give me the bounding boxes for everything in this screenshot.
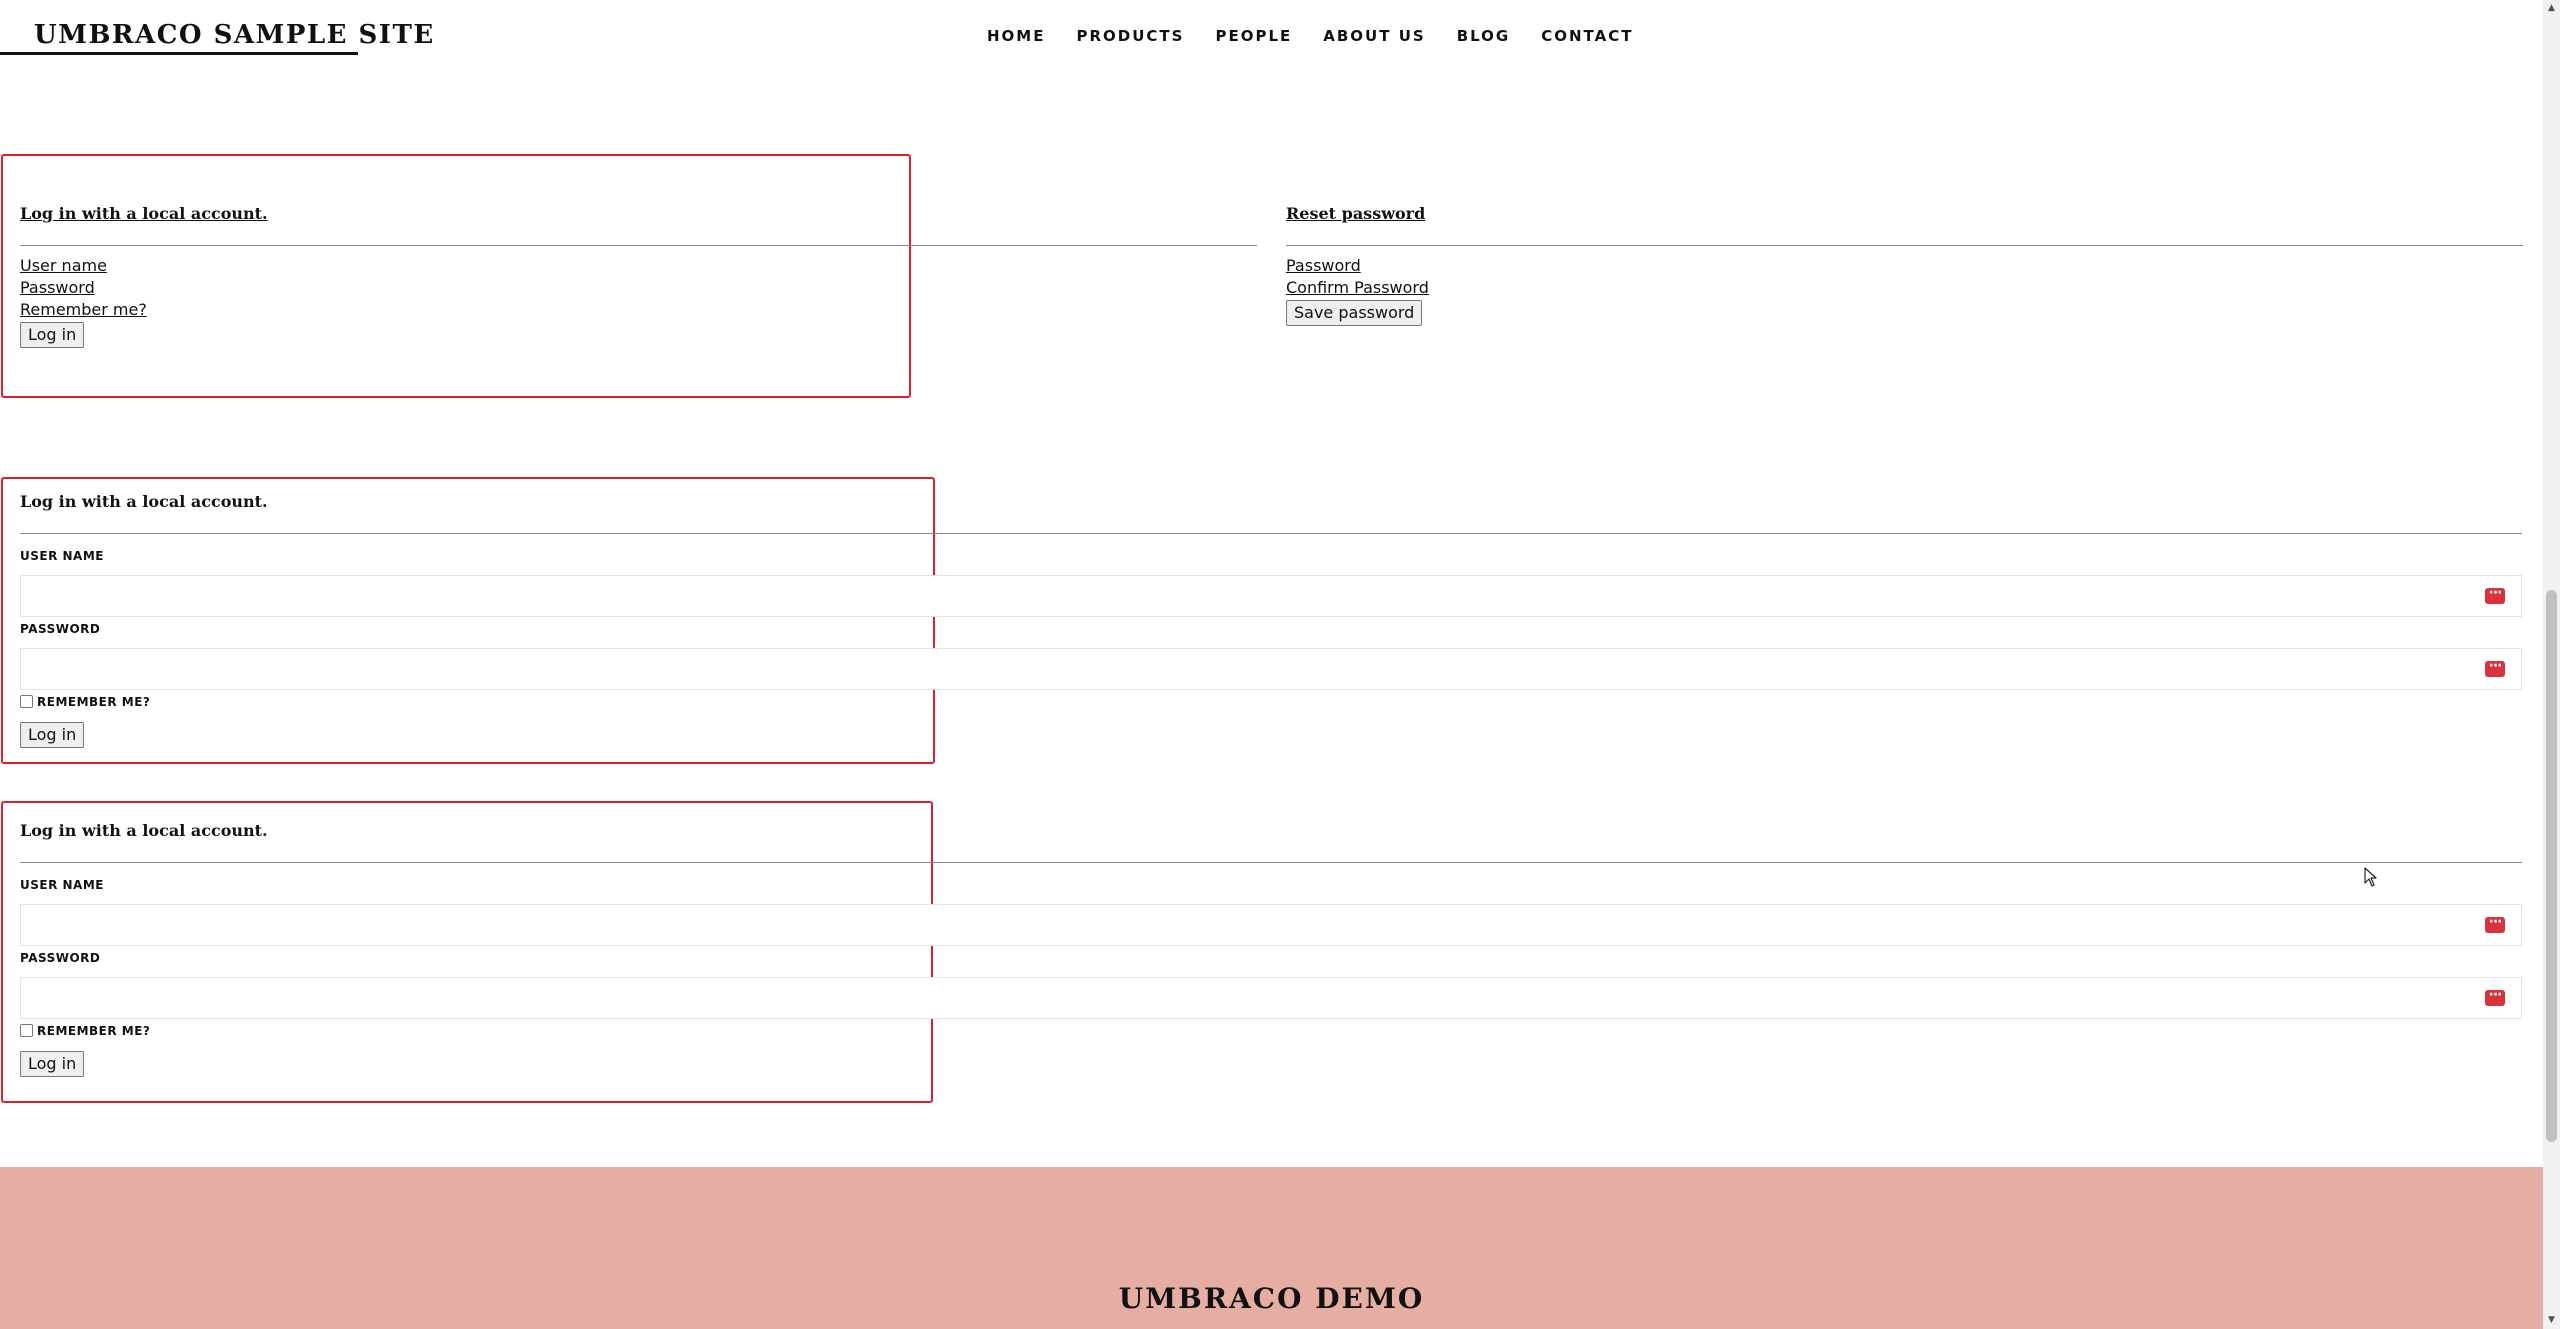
login-form-1-username-input[interactable]: ··· xyxy=(20,575,2522,617)
password-manager-icon[interactable]: ··· xyxy=(2485,659,2505,677)
nav-about-us[interactable]: ABOUT US xyxy=(1323,27,1425,45)
login-plain-button[interactable]: Log in xyxy=(20,322,85,348)
highlight-box-login-plain xyxy=(1,154,911,398)
login-form-2-username-input[interactable]: ··· xyxy=(20,904,2522,946)
login-plain-username-label[interactable]: User name xyxy=(20,256,107,276)
mouse-cursor-icon xyxy=(2364,867,2377,887)
login-form-1-password-label: PASSWORD xyxy=(20,622,101,636)
login-form-1-title: Log in with a local account. xyxy=(20,492,268,511)
password-manager-icon[interactable]: ··· xyxy=(2485,915,2505,933)
footer: UMBRACO DEMO xyxy=(0,1167,2543,1329)
nav-home[interactable]: HOME xyxy=(987,27,1045,45)
login-form-2-password-label: PASSWORD xyxy=(20,951,101,965)
password-manager-icon[interactable]: ··· xyxy=(2485,988,2505,1006)
login-plain-password-label[interactable]: Password xyxy=(20,278,95,298)
logo-underline xyxy=(0,52,358,55)
page-scrollbar[interactable]: ▲ ▼ xyxy=(2543,0,2560,1329)
login-form-1-password-input[interactable]: ··· xyxy=(20,648,2522,690)
highlight-box-login-form-1 xyxy=(1,477,935,764)
save-password-button[interactable]: Save password xyxy=(1286,300,1423,326)
reset-password-divider xyxy=(1286,245,2523,246)
main-nav: HOME PRODUCTS PEOPLE ABOUT US BLOG CONTA… xyxy=(987,27,1664,45)
scroll-down-icon[interactable]: ▼ xyxy=(2543,1312,2560,1329)
scroll-thumb[interactable] xyxy=(2546,590,2557,1142)
login-form-2-divider xyxy=(20,862,2522,863)
nav-people[interactable]: PEOPLE xyxy=(1215,27,1292,45)
nav-contact[interactable]: CONTACT xyxy=(1541,27,1633,45)
login-form-2-username-label: USER NAME xyxy=(20,878,104,892)
login-plain-title: Log in with a local account. xyxy=(20,204,268,223)
login-form-1-remember-checkbox[interactable] xyxy=(20,695,33,708)
login-form-2-title: Log in with a local account. xyxy=(20,821,268,840)
login-plain-remember-label[interactable]: Remember me? xyxy=(20,300,147,320)
reset-password-label[interactable]: Password xyxy=(1286,256,1361,276)
reset-confirm-password-label[interactable]: Confirm Password xyxy=(1286,278,1429,298)
login-form-1-username-label: USER NAME xyxy=(20,549,104,563)
login-form-2-remember-checkbox[interactable] xyxy=(20,1024,33,1037)
nav-blog[interactable]: BLOG xyxy=(1457,27,1511,45)
login-form-1-divider xyxy=(20,533,2522,534)
login-form-2-remember-label[interactable]: REMEMBER ME? xyxy=(37,1024,150,1038)
nav-products[interactable]: PRODUCTS xyxy=(1076,27,1184,45)
login-form-1-button[interactable]: Log in xyxy=(20,722,85,748)
footer-title: UMBRACO DEMO xyxy=(1118,1282,1425,1315)
login-form-2-password-input[interactable]: ··· xyxy=(20,977,2522,1019)
login-plain-divider xyxy=(20,245,1257,246)
site-logo[interactable]: UMBRACO SAMPLE SITE xyxy=(34,20,435,50)
reset-password-title: Reset password xyxy=(1286,204,1426,223)
highlight-box-login-form-2 xyxy=(1,801,933,1103)
password-manager-icon[interactable]: ··· xyxy=(2485,586,2505,604)
login-form-2-button[interactable]: Log in xyxy=(20,1051,85,1077)
login-form-1-remember-label[interactable]: REMEMBER ME? xyxy=(37,695,150,709)
page: UMBRACO SAMPLE SITE HOME PRODUCTS PEOPLE… xyxy=(0,0,2543,1329)
scroll-up-icon[interactable]: ▲ xyxy=(2543,0,2560,17)
